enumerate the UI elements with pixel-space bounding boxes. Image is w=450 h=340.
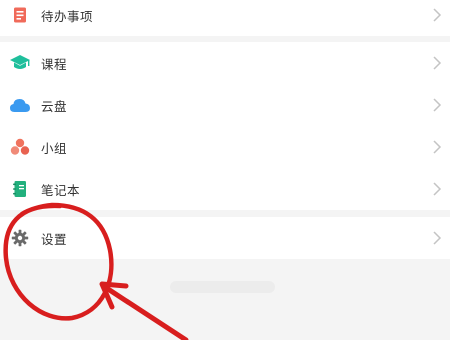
menu-item-label: 课程: [41, 56, 68, 72]
chevron-right-icon: [433, 56, 442, 70]
menu-item-cloud-drive[interactable]: 云盘: [0, 84, 450, 126]
menu-item-label: 笔记本: [41, 182, 81, 198]
menu-item-label: 待办事项: [41, 8, 94, 24]
chevron-right-icon: [433, 140, 442, 154]
menu-item-settings[interactable]: 设置: [0, 217, 450, 259]
section-divider: [0, 210, 450, 217]
gear-icon: [8, 226, 32, 250]
menu-item-group[interactable]: 小组: [0, 126, 450, 168]
menu-item-label: 设置: [41, 231, 68, 247]
todo-icon: [8, 3, 32, 27]
chevron-right-icon: [433, 8, 442, 22]
menu-item-label: 云盘: [41, 98, 68, 114]
bottom-empty-area: [0, 259, 450, 340]
chevron-right-icon: [433, 231, 442, 245]
menu-item-todo[interactable]: 待办事项: [0, 0, 450, 36]
chevron-right-icon: [433, 98, 442, 112]
faded-placeholder: [170, 281, 275, 293]
menu-item-label: 小组: [41, 140, 68, 156]
notebook-icon: [8, 177, 32, 201]
chevron-right-icon: [433, 182, 442, 196]
graduation-cap-icon: [8, 51, 32, 75]
menu-item-notebook[interactable]: 笔记本: [0, 168, 450, 210]
cloud-icon: [8, 93, 32, 117]
app-screen: 待办事项 课程 云盘 小组 笔记本 设置: [0, 0, 450, 340]
menu-item-course[interactable]: 课程: [0, 42, 450, 84]
group-icon: [8, 135, 32, 159]
